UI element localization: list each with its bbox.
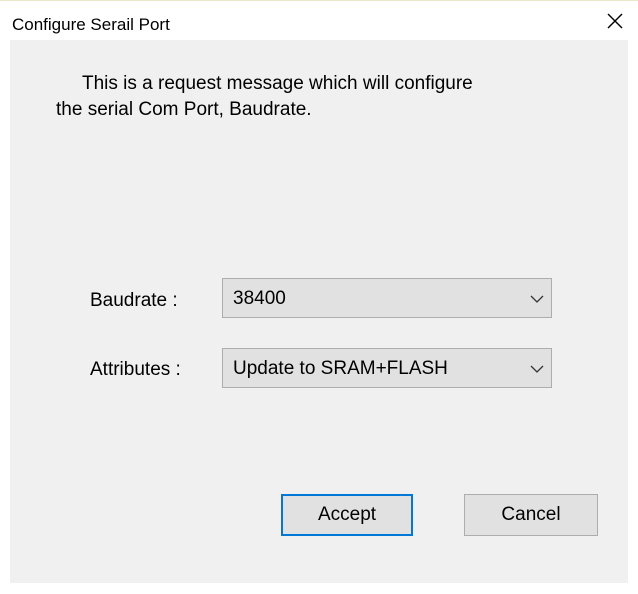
baudrate-dropdown[interactable]: 38400: [222, 278, 552, 318]
baudrate-value: 38400: [233, 288, 286, 309]
request-message: This is a request message which will con…: [56, 71, 612, 123]
close-icon: [607, 13, 623, 29]
baudrate-label: Baudrate :: [90, 290, 178, 311]
accept-button[interactable]: Accept: [281, 494, 413, 536]
chevron-down-icon: [529, 292, 545, 304]
configure-serial-port-dialog: Configure Serail Port This is a request …: [0, 0, 638, 594]
attributes-label: Attributes :: [90, 359, 181, 380]
message-line-2: the serial Com Port, Baudrate.: [56, 99, 312, 120]
chevron-down-icon: [529, 362, 545, 374]
title-bar[interactable]: Configure Serail Port: [0, 1, 638, 40]
attributes-dropdown[interactable]: Update to SRAM+FLASH: [222, 348, 552, 388]
message-line-1: This is a request message which will con…: [82, 73, 473, 94]
attributes-value: Update to SRAM+FLASH: [233, 358, 448, 379]
window-title: Configure Serail Port: [12, 15, 170, 34]
cancel-button[interactable]: Cancel: [464, 494, 598, 536]
close-button[interactable]: [592, 1, 638, 40]
